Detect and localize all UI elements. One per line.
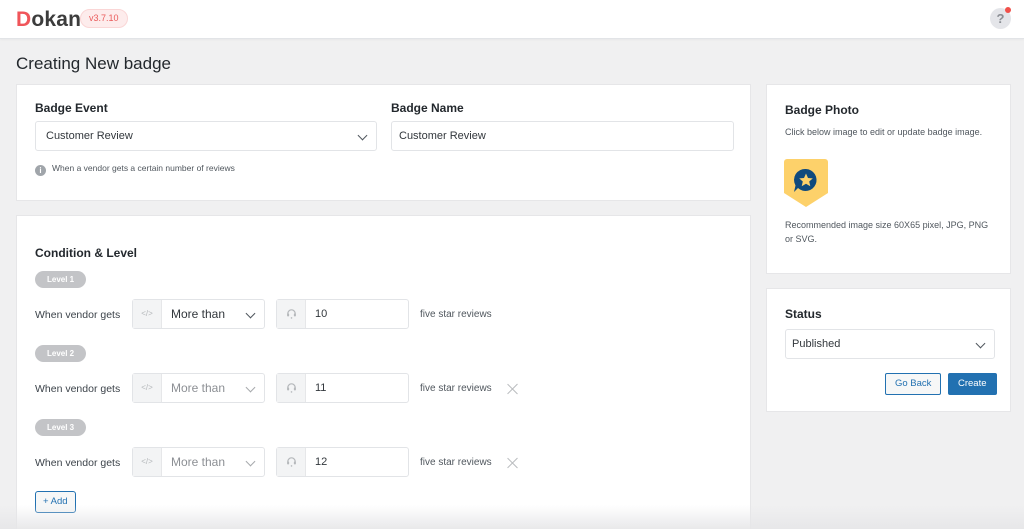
version-badge: v3.7.10 [80,9,128,28]
operator-value: More than [171,381,226,395]
notification-dot [1005,7,1011,13]
page-title: Creating New badge [16,54,171,73]
operator-select[interactable]: </> More than [132,373,265,403]
badge-photo-recommendation: Recommended image size 60X65 pixel, JPG,… [785,220,989,244]
badge-event-label: Badge Event [35,101,108,115]
headset-addon [277,374,306,402]
logo-text: okan [31,8,82,31]
operator-select[interactable]: </> More than [132,447,265,477]
status-title: Status [785,307,822,321]
status-value: Published [792,338,841,350]
create-button[interactable]: Create [948,373,997,395]
headset-icon [287,457,296,467]
headset-icon [287,383,296,393]
status-card: Status Published Go Back Create [766,288,1011,412]
code-icon: </> [133,448,162,476]
review-count-value: 10 [315,308,328,320]
badge-event-select[interactable]: Customer Review [35,121,377,151]
condition-title: Condition & Level [35,246,137,260]
chevron-down-icon [245,456,256,467]
badge-name-label: Badge Name [391,101,464,115]
chevron-down-icon [245,308,256,319]
condition-level-card: Condition & Level Level 1 When vendor ge… [16,215,751,529]
level-pill: Level 1 [35,271,87,288]
chevron-down-icon [975,338,986,349]
operator-value: More than [171,307,226,321]
headset-icon [287,309,296,319]
badge-photo-card: Badge Photo Click below image to edit or… [766,84,1011,274]
status-select[interactable]: Published [785,329,995,359]
logo-initial: D [16,8,32,31]
level-pill: Level 3 [35,419,87,436]
badge-photo-description: Click below image to edit or update badg… [785,127,983,137]
go-back-button[interactable]: Go Back [885,373,942,395]
dokan-logo[interactable]: Dokan [16,8,81,32]
chevron-down-icon [357,130,368,141]
top-bar: Dokan v3.7.10 ? [0,0,1024,39]
event-info-text: When a vendor gets a certain number of r… [52,163,235,173]
operator-value: More than [171,455,226,469]
condition-prefix: When vendor gets [35,383,121,395]
condition-suffix: five star reviews [420,383,492,394]
badge-image[interactable] [784,159,828,207]
add-level-button[interactable]: + Add [35,491,76,513]
condition-suffix: five star reviews [420,309,492,320]
review-count-value: 11 [315,382,327,394]
review-count-input[interactable]: 11 [276,373,409,403]
condition-prefix: When vendor gets [35,309,121,321]
remove-level-icon[interactable] [507,457,519,469]
badge-event-card: Badge Event Customer Review Badge Name C… [16,84,751,201]
info-icon: i [35,165,46,176]
chevron-down-icon [245,382,256,393]
code-icon: </> [133,374,162,402]
badge-event-value: Customer Review [46,130,133,142]
review-count-input[interactable]: 12 [276,447,409,477]
code-icon: </> [133,300,162,328]
headset-addon [277,448,306,476]
operator-select[interactable]: </> More than [132,299,265,329]
remove-level-icon[interactable] [507,383,519,395]
badge-photo-title: Badge Photo [785,103,859,117]
level-pill: Level 2 [35,345,87,362]
condition-prefix: When vendor gets [35,457,121,469]
event-info: i When a vendor gets a certain number of … [35,163,235,176]
badge-name-value: Customer Review [399,130,486,142]
badge-name-input[interactable]: Customer Review [391,121,734,151]
headset-addon [277,300,306,328]
review-count-input[interactable]: 10 [276,299,409,329]
review-count-value: 12 [315,456,328,468]
condition-suffix: five star reviews [420,457,492,468]
